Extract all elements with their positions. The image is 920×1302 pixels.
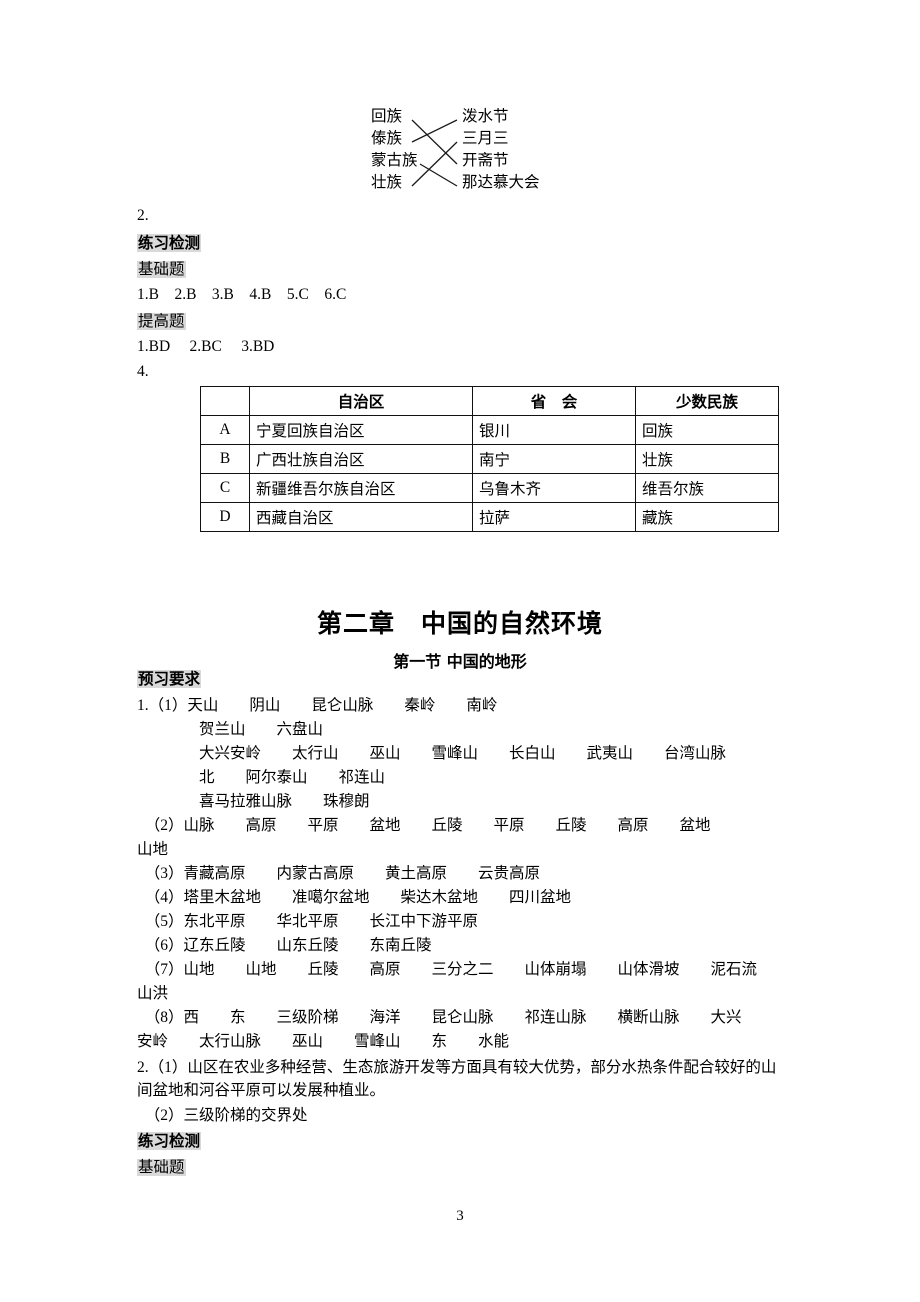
match-left-item: 回族 <box>371 108 403 125</box>
preview-line: （7）山地 山地 丘陵 高原 三分之二 山体崩塌 山体滑坡 泥石流 <box>137 961 758 978</box>
page-number: 3 <box>456 1208 464 1224</box>
autonomous-region-table: 自治区 省 会 少数民族 A 宁夏回族自治区 银川 回族 B 广西壮族自治区 南… <box>200 386 779 532</box>
table-cell-ethnic: 藏族 <box>635 502 779 532</box>
match-left-item: 蒙古族 <box>371 152 418 169</box>
document-page: 回族 傣族 蒙古族 壮族 泼水节 三月三 开斋节 那达慕大会 2. 练习检测 基… <box>0 0 920 1302</box>
table-body: A 宁夏回族自治区 银川 回族 B 广西壮族自治区 南宁 壮族 C 新疆维吾尔族… <box>200 415 779 532</box>
advanced-questions-header-1: 提高题 <box>137 310 186 333</box>
preview-line: （5）东北平原 华北平原 长江中下游平原 <box>137 913 479 930</box>
table-cell-key: B <box>200 444 250 474</box>
table-header-row: 自治区 省 会 少数民族 <box>200 386 779 416</box>
basic-questions-header-1-text: 基础题 <box>137 261 186 278</box>
table-cell-ethnic: 回族 <box>635 415 779 445</box>
preview-line: （3）青藏高原 内蒙古高原 黄土高原 云贵高原 <box>137 865 541 882</box>
exercise-check-header-2: 练习检测 <box>137 1130 202 1153</box>
exercise-check-header-1: 练习检测 <box>137 232 202 255</box>
answer-item-2-label: 2. <box>137 207 149 224</box>
preview-line: （8）西 东 三级阶梯 海洋 昆仑山脉 祁连山脉 横断山脉 大兴 <box>137 1009 742 1026</box>
table-cell-key: D <box>200 502 250 532</box>
preview-paragraph-2-1: 2.（1）山区在农业多种经营、生态旅游开发等方面具有较大优势，部分水热条件配合较… <box>137 1059 777 1099</box>
match-right-item: 泼水节 <box>462 108 509 125</box>
answer-item-4-label: 4. <box>137 363 149 380</box>
matching-right-column: 泼水节 三月三 开斋节 那达慕大会 <box>462 106 540 194</box>
preview-line: 1.（1）天山 阴山 昆仑山脉 秦岭 南岭 <box>137 697 498 714</box>
table-row: A 宁夏回族自治区 银川 回族 <box>200 415 779 445</box>
match-right-item: 开斋节 <box>462 152 509 169</box>
match-left-item: 傣族 <box>371 130 403 147</box>
basic-answers-1: 1.B 2.B 3.B 4.B 5.C 6.C <box>137 286 347 303</box>
table-cell-capital: 拉萨 <box>472 502 636 532</box>
match-right-item: 三月三 <box>462 130 509 147</box>
table-cell-capital: 乌鲁木齐 <box>472 473 636 503</box>
table-cell-ethnic: 壮族 <box>635 444 779 474</box>
table-cell-key: C <box>200 473 250 503</box>
table-header-region: 自治区 <box>249 386 473 416</box>
table-cell-key: A <box>200 415 250 445</box>
table-cell-region: 广西壮族自治区 <box>249 444 473 474</box>
exercise-check-header-1-text: 练习检测 <box>137 234 202 252</box>
table-row: B 广西壮族自治区 南宁 壮族 <box>200 444 779 474</box>
exercise-check-header-2-text: 练习检测 <box>137 1132 202 1150</box>
preview-line: （4）塔里木盆地 准噶尔盆地 柴达木盆地 四川盆地 <box>137 889 572 906</box>
basic-questions-header-2: 基础题 <box>137 1156 186 1179</box>
preview-line: （6）辽东丘陵 山东丘陵 东南丘陵 <box>137 937 432 954</box>
table-header-ethnic: 少数民族 <box>635 386 779 416</box>
basic-questions-header-2-text: 基础题 <box>137 1159 186 1176</box>
table-cell-region: 宁夏回族自治区 <box>249 415 473 445</box>
basic-questions-header-1: 基础题 <box>137 258 186 281</box>
preview-line: 喜马拉雅山脉 珠穆朗 <box>137 793 370 810</box>
table-cell-region: 西藏自治区 <box>249 502 473 532</box>
table-cell-capital: 南宁 <box>472 444 636 474</box>
advanced-answers-1: 1.BD 2.BC 3.BD <box>137 338 275 355</box>
table-cell-region: 新疆维吾尔族自治区 <box>249 473 473 503</box>
match-left-item: 壮族 <box>371 174 403 191</box>
preview-requirements-header-text: 预习要求 <box>137 670 202 688</box>
preview-line: 贺兰山 六盘山 <box>137 721 324 738</box>
advanced-questions-header-1-text: 提高题 <box>137 313 186 330</box>
table-cell-ethnic: 维吾尔族 <box>635 473 779 503</box>
preview-line: （2）山脉 高原 平原 盆地 丘陵 平原 丘陵 高原 盆地 <box>137 817 711 834</box>
match-right-item: 那达慕大会 <box>462 174 540 191</box>
matching-left-column: 回族 傣族 蒙古族 壮族 <box>371 106 418 194</box>
preview-line: 大兴安岭 太行山 巫山 雪峰山 长白山 武夷山 台湾山脉 <box>137 745 727 762</box>
preview-paragraph-2-2: （2）三级阶梯的交界处 <box>137 1107 308 1124</box>
table-row: C 新疆维吾尔族自治区 乌鲁木齐 维吾尔族 <box>200 473 779 503</box>
preview-line: 北 阿尔泰山 祁连山 <box>137 769 386 786</box>
chapter-title: 第二章 中国的自然环境 <box>316 609 603 638</box>
preview-line: 安岭 太行山脉 巫山 雪峰山 东 水能 <box>137 1033 510 1050</box>
ethnic-festival-matching-diagram: 回族 傣族 蒙古族 壮族 泼水节 三月三 开斋节 那达慕大会 <box>360 106 570 202</box>
table-cell-capital: 银川 <box>472 415 636 445</box>
preview-requirements-header: 预习要求 <box>137 668 202 691</box>
table-header-capital: 省 会 <box>472 386 636 416</box>
table-header-key <box>200 386 250 416</box>
table-row: D 西藏自治区 拉萨 藏族 <box>200 502 779 532</box>
preview-line: 山洪 <box>137 985 169 1002</box>
preview-line: 山地 <box>137 841 169 858</box>
